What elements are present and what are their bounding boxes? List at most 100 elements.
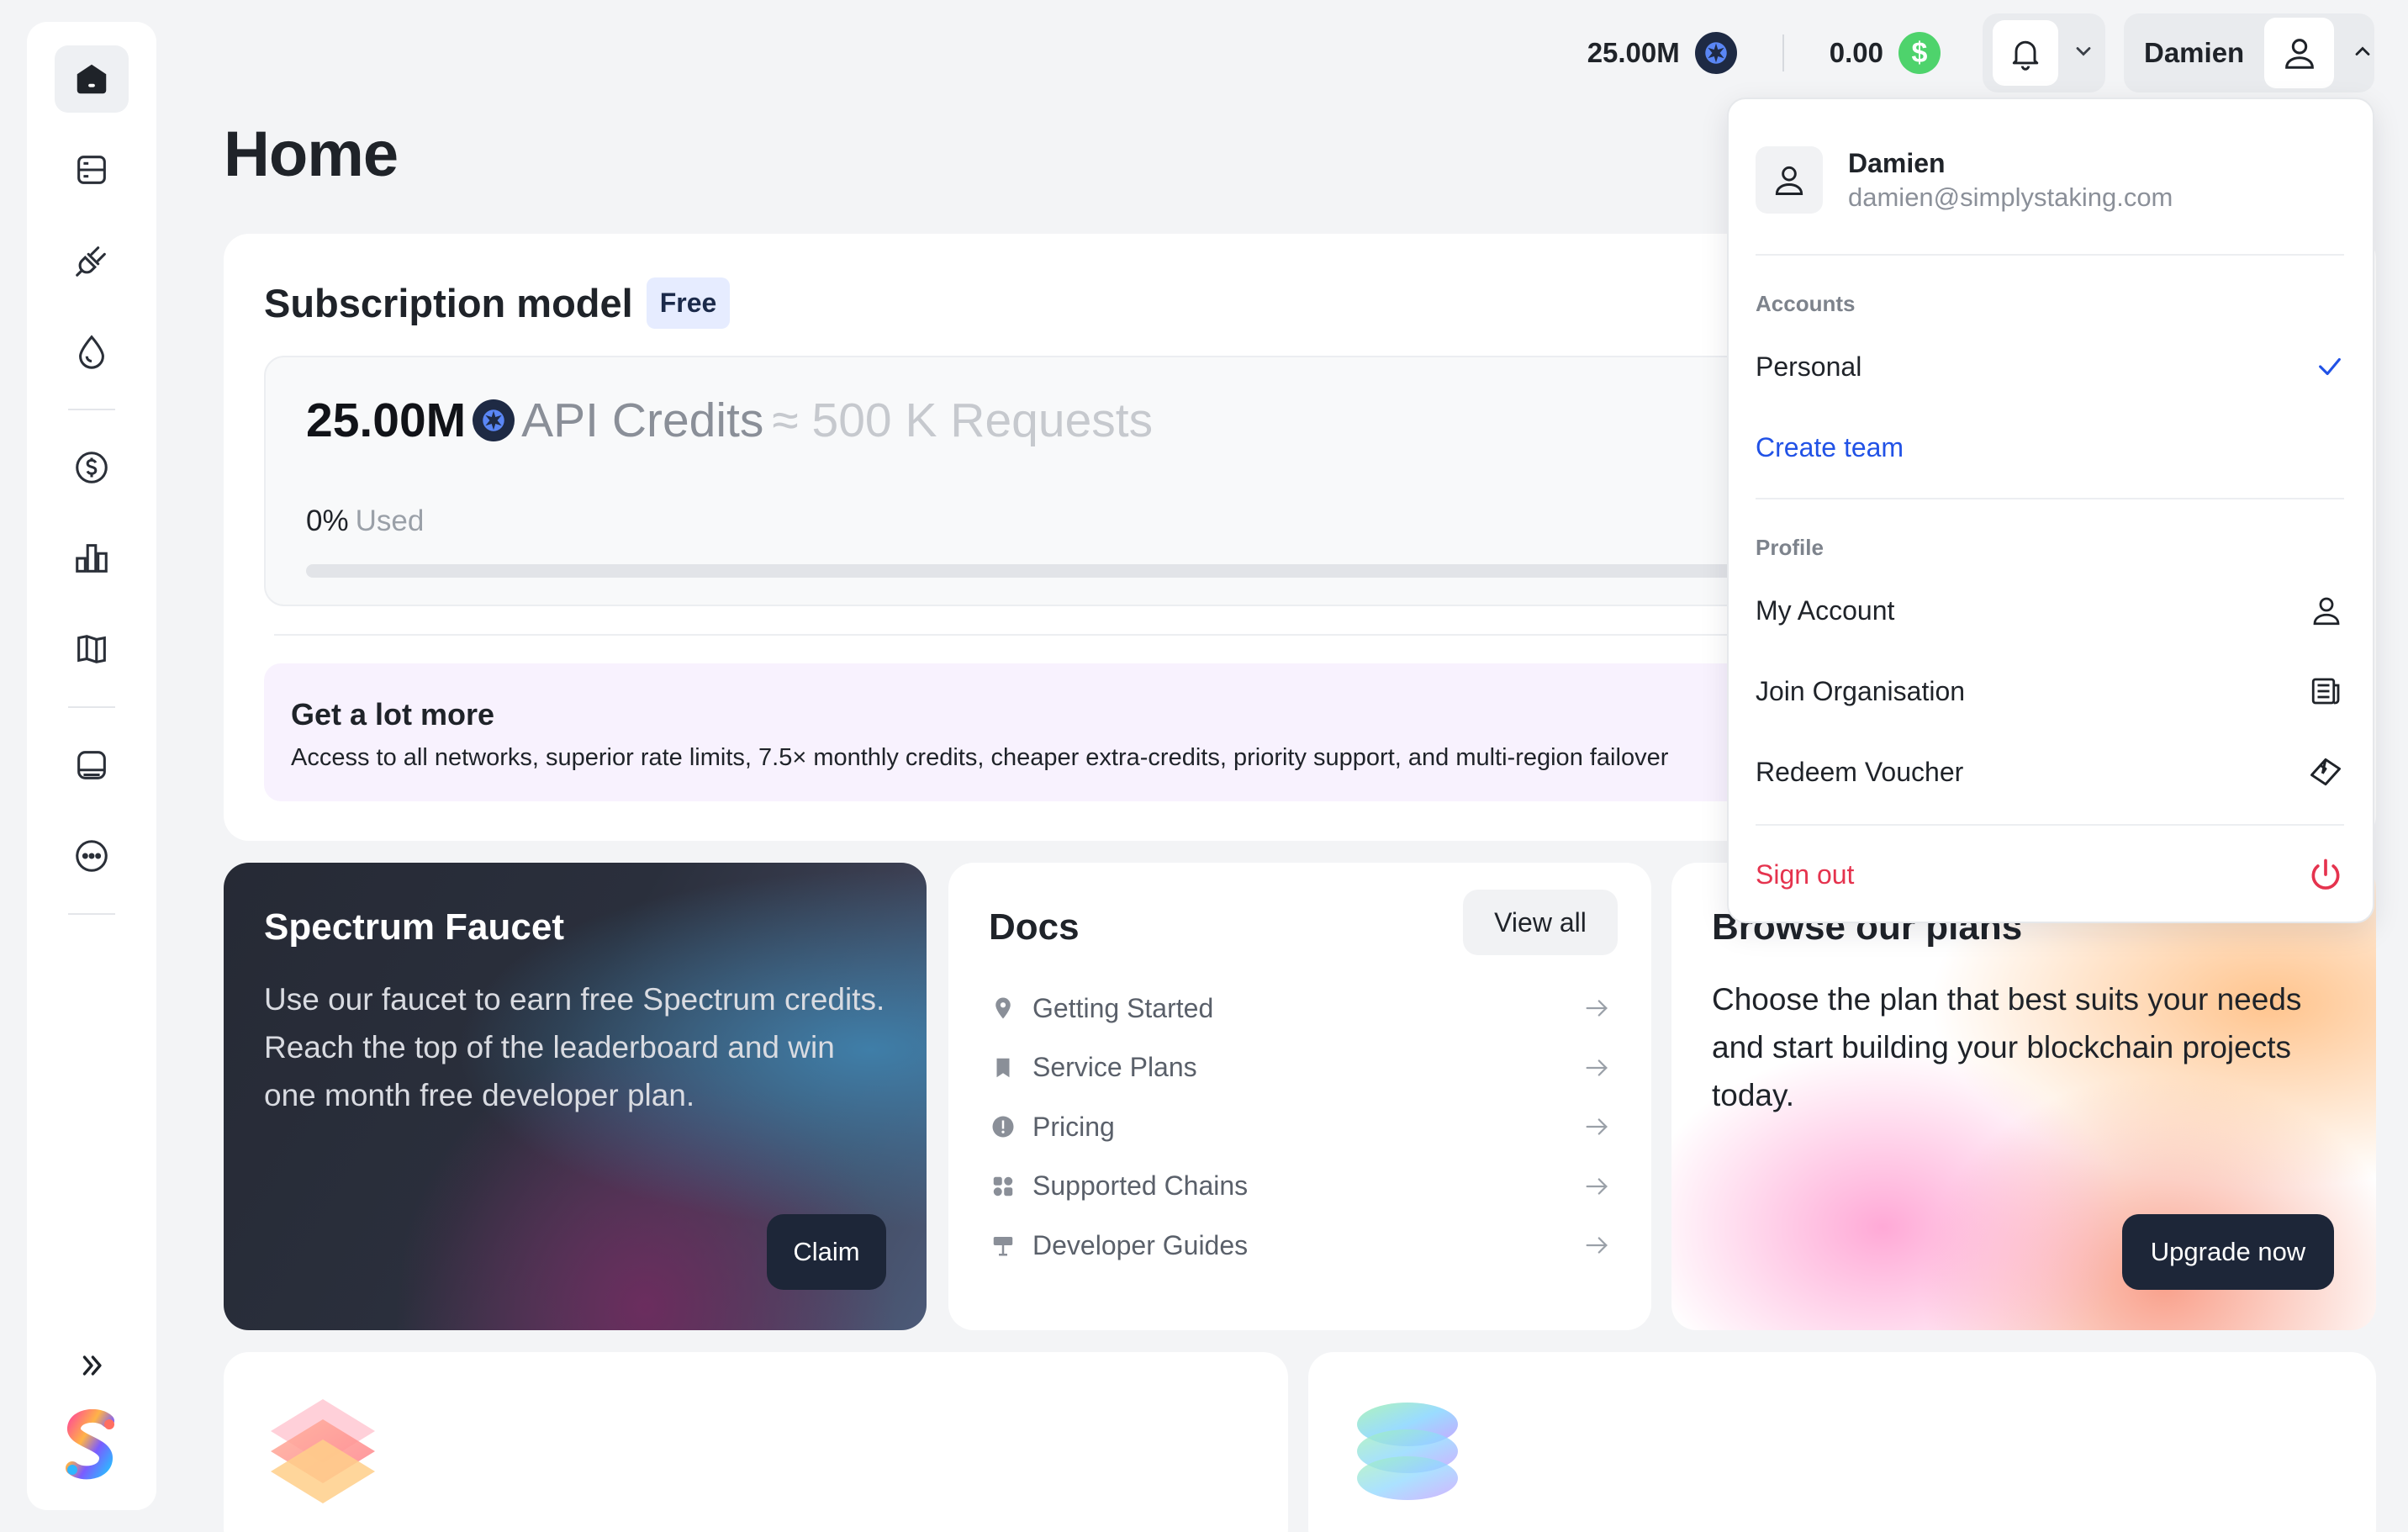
database-icon <box>77 751 106 779</box>
drop-icon <box>79 335 104 369</box>
nav-home[interactable] <box>55 45 129 113</box>
subscription-title: Subscription model <box>264 281 633 325</box>
notifications-dropdown-toggle[interactable] <box>2072 40 2095 67</box>
nav-support[interactable] <box>55 822 129 890</box>
nav-servers[interactable] <box>55 136 129 203</box>
nav-storage[interactable] <box>55 732 129 799</box>
dollar-circle-icon <box>76 452 108 483</box>
view-all-button[interactable]: View all <box>1463 890 1618 955</box>
bottom-card-layers <box>224 1352 1288 1532</box>
nav-docs[interactable] <box>55 615 129 683</box>
join-organisation-label: Join Organisation <box>1756 675 1966 706</box>
location-pin-icon <box>989 994 1017 1022</box>
promo-title: Get a lot more <box>291 697 495 732</box>
power-icon <box>2311 858 2340 890</box>
user-icon <box>1775 166 1803 195</box>
plans-description: Choose the plan that best suits your nee… <box>1712 982 2302 1112</box>
sidebar <box>27 22 156 1510</box>
upgrade-now-button[interactable]: Upgrade now <box>2122 1214 2334 1290</box>
docs-item-getting-started[interactable]: Getting Started <box>989 979 1611 1038</box>
nav-integrations[interactable] <box>55 227 129 294</box>
requests-estimate: ≈ 500 K Requests <box>772 394 1154 447</box>
join-organisation-item[interactable]: Join Organisation <box>1756 666 2344 716</box>
faucet-description: Use our faucet to earn free Spectrum cre… <box>264 982 885 1112</box>
used-percent: 0% <box>306 505 349 537</box>
docs-item-label: Pricing <box>1032 1111 1115 1142</box>
redeem-voucher-label: Redeem Voucher <box>1756 756 1964 787</box>
credits-label: API Credits <box>521 394 764 447</box>
arrow-right-icon <box>1586 1000 1608 1017</box>
arrow-right-icon <box>1586 1178 1608 1195</box>
docs-list: Getting Started Service Plans Pricing Su… <box>989 979 1611 1276</box>
book-open-icon <box>77 635 106 663</box>
my-account-label: My Account <box>1756 594 1895 626</box>
topbar-divider <box>1782 34 1784 71</box>
dropdown-divider <box>1756 254 2344 256</box>
faucet-title: Spectrum Faucet <box>264 906 564 948</box>
layers-illustration-icon <box>271 1399 375 1503</box>
sign-out-item[interactable]: Sign out <box>1756 849 2344 900</box>
docs-item-pricing[interactable]: Pricing <box>989 1097 1611 1157</box>
coins-illustration-icon <box>1357 1403 1458 1500</box>
top-bar: 25.00M 0.00 $ Damien <box>1587 13 2374 92</box>
docs-item-service-plans[interactable]: Service Plans <box>989 1038 1611 1098</box>
chevron-up-icon <box>2355 46 2370 55</box>
nav-analytics[interactable] <box>55 525 129 592</box>
nav-divider <box>68 706 115 708</box>
redeem-voucher-item[interactable]: Redeem Voucher <box>1756 747 2344 797</box>
accounts-section-label: Accounts <box>1756 291 1856 316</box>
credits-value: 25.00M <box>1587 37 1680 68</box>
nav-billing[interactable] <box>55 434 129 501</box>
user-icon <box>2313 597 2340 626</box>
home-icon <box>77 64 107 94</box>
faucet-card: Spectrum Faucet Use our faucet to earn f… <box>224 863 927 1330</box>
user-menu-toggle[interactable] <box>2351 40 2374 67</box>
plans-card: Browse our plans Choose the plan that be… <box>1671 863 2376 1330</box>
user-dropdown-menu: Damien damien@simplystaking.com Accounts… <box>1727 98 2374 923</box>
nav-divider <box>68 913 115 915</box>
arrow-right-icon <box>1586 1059 1608 1076</box>
dropdown-user-email: damien@simplystaking.com <box>1848 182 2173 212</box>
ticket-icon <box>2310 758 2341 786</box>
bottom-card-coins <box>1308 1352 2376 1532</box>
create-team-link[interactable]: Create team <box>1756 422 2344 473</box>
credits-indicator[interactable]: 25.00M <box>1587 32 1737 74</box>
user-name: Damien <box>2144 37 2245 68</box>
dollar-coin-icon: $ <box>1898 32 1941 74</box>
create-team-label: Create team <box>1756 431 1904 462</box>
nav-liquidity[interactable] <box>55 318 129 385</box>
bookmark-icon <box>989 1054 1017 1082</box>
spectrum-logo[interactable] <box>57 1408 126 1485</box>
dropdown-divider <box>1756 498 2344 499</box>
expand-sidebar-button[interactable] <box>66 1340 117 1391</box>
docs-item-label: Getting Started <box>1032 992 1214 1023</box>
docs-item-label: Developer Guides <box>1032 1229 1249 1260</box>
sign-out-label: Sign out <box>1756 858 1855 890</box>
signpost-icon <box>989 1231 1017 1260</box>
balance-indicator[interactable]: 0.00 $ <box>1830 32 1941 74</box>
user-menu-button[interactable]: Damien <box>2124 13 2374 92</box>
info-icon <box>989 1112 1017 1141</box>
notifications-button[interactable] <box>1993 20 2058 86</box>
bar-chart-icon <box>76 544 108 573</box>
my-account-item[interactable]: My Account <box>1756 585 2344 636</box>
user-icon <box>2284 39 2314 69</box>
docs-item-developer-guides[interactable]: Developer Guides <box>989 1216 1611 1276</box>
bell-icon <box>2012 40 2039 71</box>
arrow-right-icon <box>1586 1237 1608 1254</box>
account-personal[interactable]: Personal <box>1756 341 2344 392</box>
docs-card: Docs View all Getting Started Service Pl… <box>948 863 1651 1330</box>
check-icon <box>2319 357 2341 376</box>
used-label: Used <box>355 505 425 537</box>
nav-divider <box>68 409 115 410</box>
docs-item-label: Supported Chains <box>1032 1170 1249 1202</box>
profile-section-label: Profile <box>1756 535 1824 560</box>
avatar[interactable] <box>2264 18 2334 88</box>
avatar <box>1756 146 1823 214</box>
docs-item-supported-chains[interactable]: Supported Chains <box>989 1157 1611 1217</box>
balance-value: 0.00 <box>1829 37 1883 68</box>
claim-button[interactable]: Claim <box>767 1214 886 1290</box>
chat-icon <box>76 840 108 872</box>
arrow-right-icon <box>1586 1118 1608 1135</box>
dropdown-user-info: Damien damien@simplystaking.com <box>1756 146 2173 214</box>
